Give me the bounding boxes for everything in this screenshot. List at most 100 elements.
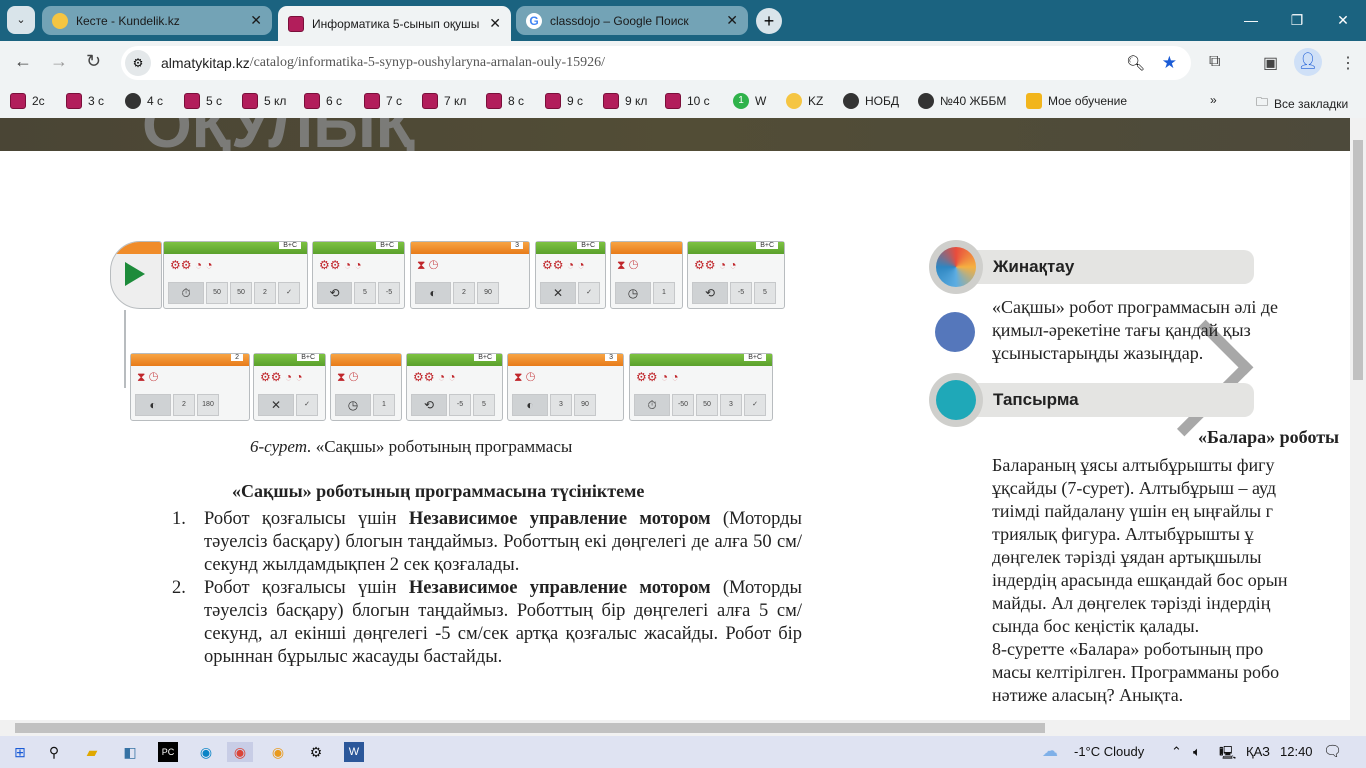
- tray-expand-icon[interactable]: ⌃: [1171, 744, 1182, 760]
- block-header: B+C: [254, 354, 325, 366]
- clock[interactable]: 12:40: [1280, 744, 1313, 759]
- bookmark-item[interactable]: №40 ЖББМ: [918, 93, 1006, 109]
- bookmark-item[interactable]: 1W: [733, 93, 766, 109]
- timer-icon: ⧗ ◷: [137, 370, 159, 384]
- settings-icon[interactable]: ⚙: [306, 742, 326, 762]
- chrome-icon[interactable]: ◉: [227, 742, 253, 762]
- bookmark-item[interactable]: 7 кл: [422, 93, 466, 109]
- bookmark-item[interactable]: 9 с: [545, 93, 583, 109]
- search-icon[interactable]: ⚲: [44, 742, 64, 762]
- book-icon: [10, 93, 26, 109]
- text-line: 8-суретте «Балара» роботының про: [992, 639, 1264, 659]
- close-tab-icon[interactable]: ✕: [726, 12, 738, 29]
- text-line: майды. Ал дөңгелек тәрізді індердің: [992, 593, 1271, 613]
- block-mode-icon: ◐: [512, 394, 548, 416]
- block-parameter: ✓: [578, 282, 600, 304]
- reload-button[interactable]: ↻: [86, 51, 101, 72]
- notifications-icon[interactable]: 🗨︎: [1323, 742, 1342, 760]
- file-explorer-icon[interactable]: ▰: [82, 742, 102, 762]
- profile-avatar[interactable]: 👤︎: [1294, 48, 1322, 76]
- bookmark-item[interactable]: Мое обучение: [1026, 93, 1127, 109]
- bookmark-item[interactable]: 5 с: [184, 93, 222, 109]
- horizontal-scrollbar[interactable]: [0, 720, 1366, 736]
- motor-block: B+C ⚙⚙ ◔ ◔ ⟲ -5 5: [687, 241, 785, 309]
- volume-icon[interactable]: 🔈︎: [1193, 744, 1201, 760]
- block-parameter: 50: [206, 282, 228, 304]
- motor-icon: ⚙⚙ ◔ ◔: [260, 370, 303, 384]
- bookmark-item[interactable]: 8 с: [486, 93, 524, 109]
- more-bookmarks-button[interactable]: »: [1210, 93, 1217, 107]
- back-button[interactable]: ←: [14, 51, 32, 72]
- kundelik-icon: [52, 12, 68, 29]
- bookmark-item[interactable]: 3 с: [66, 93, 104, 109]
- tab-classdojo[interactable]: Gclassdojo – Google Поиск ✕: [516, 6, 748, 35]
- url-path: /catalog/informatika-5-synyp-oushylaryna…: [249, 55, 606, 70]
- close-tab-icon[interactable]: ✕: [250, 12, 262, 29]
- network-icon[interactable]: 🖳: [1219, 744, 1236, 766]
- block-parameter: -5: [449, 394, 471, 416]
- summary-icon: [929, 240, 983, 294]
- extensions-icon[interactable]: ⧉: [1209, 53, 1220, 71]
- all-bookmarks-button[interactable]: 🗀 Все закладки: [1256, 93, 1348, 114]
- tab-kundelik[interactable]: Кесте - Kundelik.kz ✕: [42, 6, 272, 35]
- bookmarks-bar: 2с 3 с 4 с 5 с 5 кл 6 с 7 с 7 кл 8 с 9 с 9 кл 10 с 1…: [0, 86, 1366, 118]
- wait-block: 3 ⧗ ◷ ◐ 2 90: [410, 241, 530, 309]
- block-port: B+C: [279, 242, 301, 249]
- block-header: B+C: [630, 354, 772, 366]
- weather-text[interactable]: -1°C Cloudy: [1074, 744, 1144, 759]
- edge-icon[interactable]: ◉: [196, 742, 216, 762]
- minimize-button[interactable]: —: [1228, 0, 1274, 41]
- scroll-thumb[interactable]: [15, 723, 1045, 733]
- pycharm-icon[interactable]: PC: [158, 742, 178, 762]
- block-header: 2: [131, 354, 249, 366]
- bookmark-item[interactable]: 5 кл: [242, 93, 286, 109]
- browser-toolbar: ← → ↻ ⚙ almatykitap.kz/catalog/informati…: [0, 41, 1366, 86]
- motor-icon: ⚙⚙ ◔ ◔: [413, 370, 456, 384]
- bookmark-item[interactable]: 6 с: [304, 93, 342, 109]
- block-parameter: -5: [730, 282, 752, 304]
- text-line: ұқсайды (7-сурет). Алтыбұрыш – ауд: [992, 478, 1277, 498]
- block-parameter: 2: [453, 282, 475, 304]
- zoom-icon[interactable]: 🔍︎: [1126, 54, 1145, 72]
- chrome-canary-icon[interactable]: ◉: [268, 742, 288, 762]
- bookmark-item[interactable]: НОБД: [843, 93, 899, 109]
- windows-start-icon[interactable]: ⊞: [10, 742, 30, 762]
- vertical-scrollbar[interactable]: [1350, 118, 1366, 720]
- block-parameter: 1: [373, 394, 395, 416]
- block-mode-icon: ◐: [135, 394, 171, 416]
- explanation-list: 1. Робот қозғалысы үшін Независимое управ…: [172, 508, 802, 669]
- block-parameter: ✓: [744, 394, 766, 416]
- site-settings-icon[interactable]: ⚙: [125, 50, 151, 76]
- tab-informatika[interactable]: Информатика 5-сынып оқушы ✕: [278, 6, 511, 41]
- block-port: B+C: [744, 354, 766, 361]
- block-port: B+C: [577, 242, 599, 249]
- block-header: [611, 242, 682, 254]
- bookmark-item[interactable]: 4 с: [125, 93, 163, 109]
- bookmark-star-icon[interactable]: ★: [1162, 53, 1177, 73]
- side-panel-icon[interactable]: ▣: [1263, 53, 1278, 73]
- address-bar[interactable]: ⚙ almatykitap.kz/catalog/informatika-5-s…: [121, 46, 1191, 80]
- close-window-button[interactable]: ✕: [1320, 0, 1366, 41]
- language-indicator[interactable]: ҚАЗ: [1246, 744, 1270, 759]
- forward-button[interactable]: →: [50, 51, 68, 72]
- bookmark-item[interactable]: KZ: [786, 93, 823, 109]
- block-header: 3: [411, 242, 529, 254]
- word-icon[interactable]: W: [344, 742, 364, 762]
- new-tab-button[interactable]: +: [756, 8, 782, 34]
- bookmark-item[interactable]: 9 кл: [603, 93, 647, 109]
- bookmark-item[interactable]: 10 с: [665, 93, 710, 109]
- scroll-thumb[interactable]: [1353, 140, 1363, 380]
- bookmark-label: 9 кл: [625, 94, 648, 108]
- motor-icon: ⚙⚙ ◔ ◔: [542, 258, 585, 272]
- block-mode-icon: ⟲: [411, 394, 447, 416]
- bookmark-item[interactable]: 2с: [10, 93, 45, 109]
- book-icon: [66, 93, 82, 109]
- tab-search-button[interactable]: ⌄: [7, 6, 35, 34]
- motor-icon: ⚙⚙ ◔ ◔: [636, 370, 679, 384]
- taskbar: ⊞ ⚲ ▰ ◧ PC ◉ ◉ ◉ ⚙ W ☁ -1°C Cloudy ⌃ 🔈︎ …: [0, 736, 1366, 768]
- close-tab-icon[interactable]: ✕: [489, 15, 501, 32]
- maximize-button[interactable]: ❐: [1274, 0, 1320, 41]
- menu-icon[interactable]: ⋮: [1340, 53, 1356, 73]
- python-icon[interactable]: ◧: [120, 742, 140, 762]
- bookmark-item[interactable]: 7 с: [364, 93, 402, 109]
